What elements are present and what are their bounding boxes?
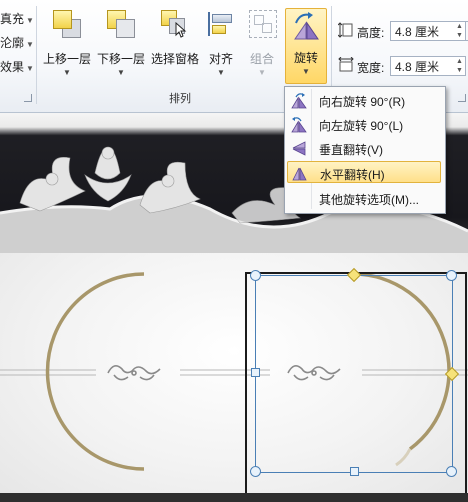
resize-handle[interactable]: [250, 466, 261, 477]
rotate-label: 旋转: [293, 51, 318, 65]
align-label: 对齐: [208, 52, 233, 66]
slide-canvas[interactable]: [0, 253, 468, 498]
menu-item-label: 水平翻转(H): [320, 168, 385, 182]
group-label: 组合: [249, 52, 274, 66]
selection-pane-label: 选择窗格: [150, 52, 199, 66]
rotate-icon: [294, 12, 319, 40]
dialog-launcher-icon[interactable]: [24, 94, 32, 102]
resize-handle[interactable]: [446, 466, 457, 477]
spin-arrows-icon[interactable]: ▲ ▼: [456, 57, 463, 75]
menu-item-label: 其他旋转选项(M)...: [319, 193, 419, 207]
width-field[interactable]: 4.8 厘米: [390, 56, 466, 76]
status-strip: [0, 493, 468, 502]
menu-item-flip-horizontal[interactable]: 水平翻转(H): [287, 161, 441, 183]
chevron-down-icon: ▼: [117, 68, 125, 77]
chevron-down-icon: ▼: [217, 68, 225, 77]
align-icon: [207, 10, 235, 38]
height-icon: [337, 22, 354, 38]
resize-handle[interactable]: [251, 368, 260, 377]
chevron-down-icon: ▼: [302, 67, 310, 76]
height-label: 高度:: [357, 26, 385, 40]
send-backward-icon: [107, 10, 135, 38]
resize-handle[interactable]: [350, 467, 359, 476]
shape-effects-button[interactable]: 效果 ▼: [0, 58, 34, 75]
arrange-group-label: 排列: [169, 93, 191, 105]
selection-pane-icon: [161, 10, 189, 38]
chevron-down-icon: ▼: [63, 68, 71, 77]
spin-arrows-icon[interactable]: ▲ ▼: [456, 22, 463, 40]
shape-fill-button[interactable]: 真充 ▼: [0, 10, 34, 27]
send-backward-button[interactable]: 下移一层 ▼: [94, 4, 148, 84]
chevron-down-icon: ▼: [26, 16, 34, 25]
send-backward-label: 下移一层: [96, 52, 145, 66]
flourish-ornament-icon: [107, 365, 161, 381]
menu-item-label: 垂直翻转(V): [319, 143, 383, 157]
menu-item-label: 向左旋转 90°(L): [319, 119, 404, 133]
menu-item-more-rotation-options[interactable]: 其他旋转选项(M)...: [287, 187, 441, 209]
rotate-button[interactable]: 旋转 ▼: [285, 8, 327, 84]
width-icon: [338, 56, 354, 73]
menu-item-rotate-right[interactable]: 向右旋转 90°(R): [287, 89, 441, 111]
group-icon: [249, 10, 277, 38]
dialog-launcher-icon[interactable]: [458, 94, 466, 102]
bring-forward-label: 上移一层: [42, 52, 91, 66]
align-button[interactable]: 对齐 ▼: [202, 4, 240, 84]
flip-horizontal-icon: [292, 167, 307, 181]
group-button[interactable]: 组合 ▼: [243, 4, 281, 84]
shape-outline-button[interactable]: 沦廓 ▼: [0, 34, 34, 51]
chevron-down-icon: ▼: [26, 40, 34, 49]
resize-handle[interactable]: [446, 270, 457, 281]
selection-box[interactable]: [255, 275, 453, 473]
menu-item-label: 向右旋转 90°(R): [319, 95, 406, 109]
rotate-right-icon: [291, 93, 307, 109]
chevron-down-icon: ▼: [26, 64, 34, 73]
chevron-down-icon: ▼: [258, 68, 266, 77]
resize-handle[interactable]: [250, 270, 261, 281]
menu-item-rotate-left[interactable]: 向左旋转 90°(L): [287, 113, 441, 135]
width-label: 宽度:: [357, 61, 385, 75]
bring-forward-button[interactable]: 上移一层 ▼: [40, 4, 94, 84]
bring-forward-icon: [53, 10, 81, 38]
menu-item-flip-vertical[interactable]: 垂直翻转(V): [287, 137, 441, 159]
selection-pane-button[interactable]: 选择窗格: [148, 4, 202, 84]
flip-vertical-icon: [292, 141, 306, 156]
group-separator: [36, 6, 37, 104]
rotate-left-icon: [291, 117, 307, 133]
rotate-menu: 向右旋转 90°(R) 向左旋转 90°(L) 垂直翻转(V) 水平翻转(H) …: [284, 86, 446, 214]
height-field[interactable]: 4.8 厘米: [390, 21, 466, 41]
